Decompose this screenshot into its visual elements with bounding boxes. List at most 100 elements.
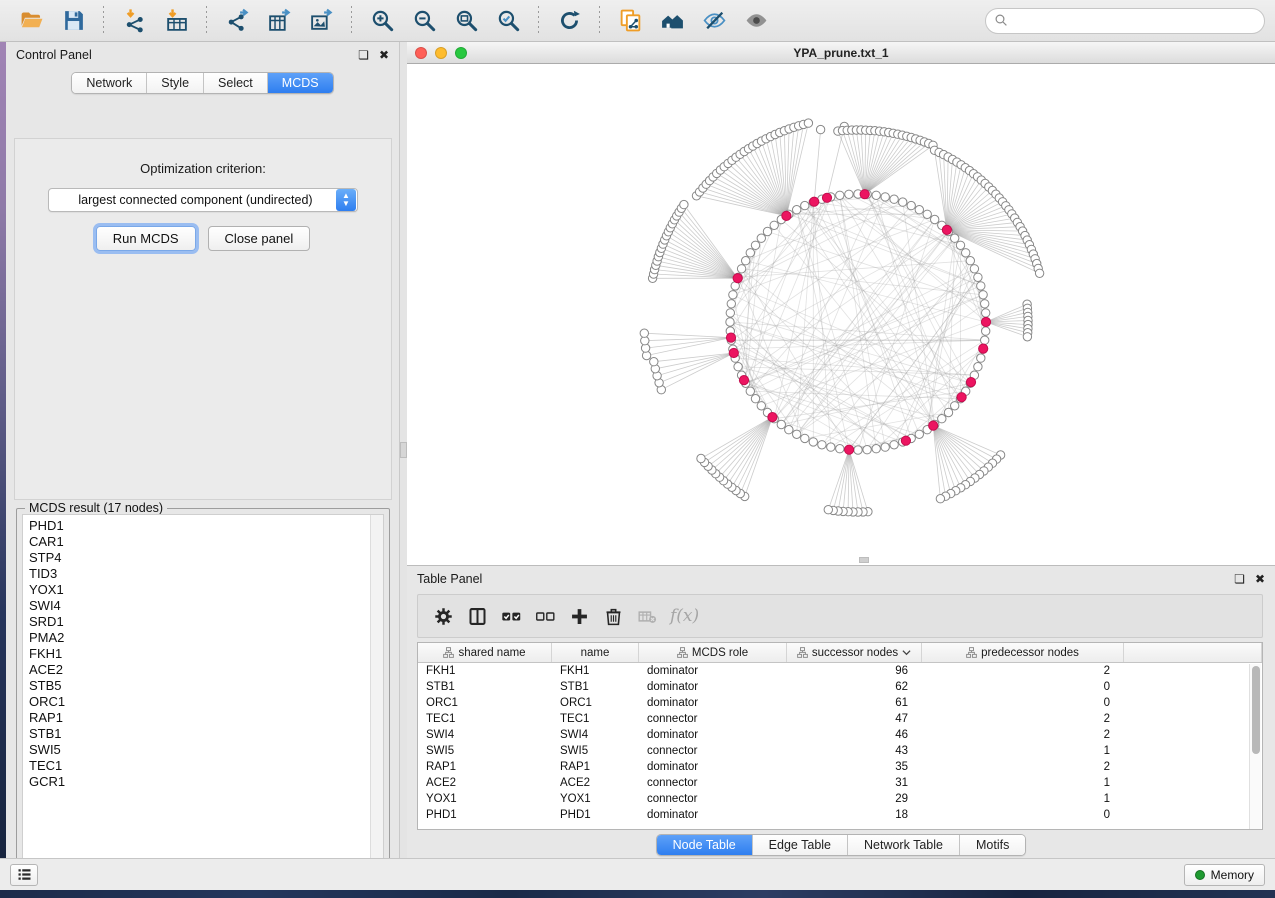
import-network-button[interactable] — [117, 4, 151, 38]
mcds-result-list[interactable]: PHD1CAR1STP4TID3YOX1SWI4SRD1PMA2FKH1ACE2… — [22, 514, 384, 874]
console-button[interactable] — [10, 864, 38, 886]
mcds-result-item[interactable]: PHD1 — [23, 515, 383, 534]
attribute-type-icon — [677, 647, 688, 658]
first-neighbors-button[interactable] — [655, 4, 689, 38]
close-panel-button[interactable]: Close panel — [208, 226, 311, 251]
export-table-button[interactable] — [262, 4, 296, 38]
mcds-result-item[interactable]: ORC1 — [23, 694, 383, 710]
table-panel-float-button[interactable]: ❏ — [1234, 573, 1245, 585]
zoom-in-button[interactable] — [365, 4, 399, 38]
table-panel-close-button[interactable]: ✖ — [1255, 573, 1265, 585]
zoom-out-button[interactable] — [407, 4, 441, 38]
export-image-button[interactable] — [304, 4, 338, 38]
column-header-name[interactable]: name — [552, 643, 639, 662]
delete-table-button[interactable] — [630, 599, 664, 633]
zoom-out-icon — [412, 8, 437, 33]
optimization-criterion-value: largest connected component (undirected) — [49, 193, 336, 207]
canvas-resize-grip[interactable] — [859, 557, 869, 563]
table-row[interactable]: PHD1PHD1dominator180 — [418, 807, 1262, 823]
cell-name: FKH1 — [552, 665, 639, 677]
tab-select[interactable]: Select — [203, 73, 267, 93]
mcds-result-item[interactable]: SWI5 — [23, 742, 383, 758]
memory-status-icon — [1195, 870, 1205, 880]
mcds-result-item[interactable]: PMA2 — [23, 630, 383, 646]
column-header-shared-name[interactable]: shared name — [418, 643, 552, 662]
mcds-result-item[interactable]: YOX1 — [23, 582, 383, 598]
network-graph[interactable] — [407, 64, 1275, 565]
clone-network-button[interactable] — [613, 4, 647, 38]
mcds-result-item[interactable]: SWI4 — [23, 598, 383, 614]
mcds-result-item[interactable]: TEC1 — [23, 758, 383, 774]
splitter-grip[interactable] — [400, 442, 407, 458]
delete-column-button[interactable] — [596, 599, 630, 633]
vertical-splitter[interactable] — [400, 42, 407, 858]
column-header-MCDS-role[interactable]: MCDS role — [639, 643, 787, 662]
cell-predecessor-nodes: 1 — [922, 793, 1124, 805]
control-panel-close-button[interactable]: ✖ — [379, 49, 389, 61]
column-header-predecessor-nodes[interactable]: predecessor nodes — [922, 643, 1124, 662]
zoom-fit-button[interactable] — [449, 4, 483, 38]
show-all-button[interactable] — [739, 4, 773, 38]
table-scrollbar-thumb[interactable] — [1252, 666, 1260, 754]
cell-predecessor-nodes: 0 — [922, 809, 1124, 821]
mcds-result-item[interactable]: GCR1 — [23, 774, 383, 790]
column-header-successor-nodes[interactable]: successor nodes — [787, 643, 922, 662]
columns-button[interactable] — [460, 599, 494, 633]
tab-style[interactable]: Style — [146, 73, 203, 93]
table-scrollbar[interactable] — [1249, 664, 1261, 829]
optimization-criterion-select[interactable]: largest connected component (undirected)… — [48, 188, 358, 212]
hide-columns-button[interactable] — [528, 599, 562, 633]
mcds-list-scrollbar[interactable] — [370, 515, 383, 873]
mcds-result-item[interactable]: TID3 — [23, 566, 383, 582]
cell-shared-name: YOX1 — [418, 793, 552, 805]
add-column-button[interactable] — [562, 599, 596, 633]
refresh-button[interactable] — [552, 4, 586, 38]
table-row[interactable]: ACE2ACE2connector311 — [418, 775, 1262, 791]
network-view-window: YPA_prune.txt_1 — [407, 42, 1275, 565]
open-file-button[interactable] — [14, 4, 48, 38]
tab-node-table[interactable]: Node Table — [657, 835, 752, 855]
tab-network[interactable]: Network — [72, 73, 146, 93]
save-session-button[interactable] — [56, 4, 90, 38]
export-network-button[interactable] — [220, 4, 254, 38]
mcds-result-item[interactable]: STP4 — [23, 550, 383, 566]
node-table[interactable]: shared name nameMCDS rolesuccessor nodesp… — [417, 642, 1263, 830]
function-builder-button[interactable]: f(x) — [670, 606, 699, 626]
table-row[interactable]: STB1STB1dominator620 — [418, 679, 1262, 695]
settings-button[interactable] — [426, 599, 460, 633]
hide-selected-button[interactable] — [697, 4, 731, 38]
delete-table-icon — [637, 606, 658, 627]
mcds-result-item[interactable]: RAP1 — [23, 710, 383, 726]
mcds-result-item[interactable]: STB5 — [23, 678, 383, 694]
network-canvas[interactable] — [407, 64, 1275, 565]
mcds-result-item[interactable]: STB1 — [23, 726, 383, 742]
show-columns-button[interactable] — [494, 599, 528, 633]
tab-network-table[interactable]: Network Table — [847, 835, 959, 855]
network-window-titlebar[interactable]: YPA_prune.txt_1 — [407, 42, 1275, 64]
column-label: shared name — [458, 647, 525, 659]
table-row[interactable]: YOX1YOX1connector291 — [418, 791, 1262, 807]
table-row[interactable]: FKH1FKH1dominator962 — [418, 663, 1262, 679]
tab-mcds[interactable]: MCDS — [267, 73, 333, 93]
control-panel-float-button[interactable]: ❏ — [358, 49, 369, 61]
table-row[interactable]: RAP1RAP1dominator352 — [418, 759, 1262, 775]
zoom-selected-button[interactable] — [491, 4, 525, 38]
search-input[interactable] — [985, 8, 1265, 34]
table-row[interactable]: SWI4SWI4dominator462 — [418, 727, 1262, 743]
table-row[interactable]: TEC1TEC1connector472 — [418, 711, 1262, 727]
mcds-result-item[interactable]: ACE2 — [23, 662, 383, 678]
table-row[interactable]: SWI5SWI5connector431 — [418, 743, 1262, 759]
mcds-result-item[interactable]: SRD1 — [23, 614, 383, 630]
cell-name: ORC1 — [552, 697, 639, 709]
mcds-result-item[interactable]: FKH1 — [23, 646, 383, 662]
cell-name: YOX1 — [552, 793, 639, 805]
import-table-button[interactable] — [159, 4, 193, 38]
mcds-result-item[interactable]: CAR1 — [23, 534, 383, 550]
cell-MCDS-role: connector — [639, 793, 787, 805]
run-mcds-button[interactable]: Run MCDS — [96, 226, 196, 251]
tab-motifs[interactable]: Motifs — [959, 835, 1025, 855]
tab-edge-table[interactable]: Edge Table — [752, 835, 847, 855]
control-panel-tabs: NetworkStyleSelectMCDS — [6, 72, 399, 94]
memory-button[interactable]: Memory — [1184, 864, 1265, 886]
table-row[interactable]: ORC1ORC1dominator610 — [418, 695, 1262, 711]
